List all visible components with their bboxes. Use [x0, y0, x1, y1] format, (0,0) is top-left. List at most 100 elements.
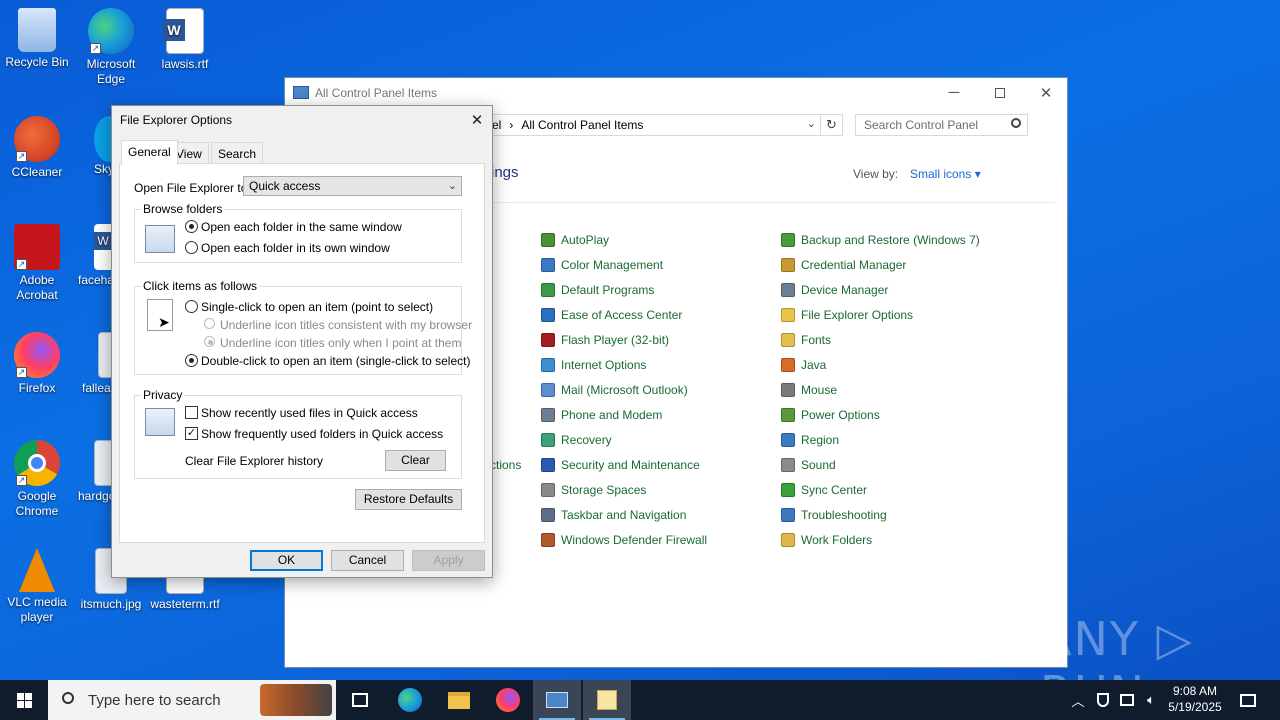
control-panel-item[interactable]: Windows Defender Firewall [541, 531, 707, 549]
browse-same-window-label[interactable]: Open each folder in the same window [201, 220, 402, 234]
desktop-icon-recycle-bin[interactable]: Recycle Bin [0, 8, 74, 70]
control-panel-item[interactable]: Internet Options [541, 356, 646, 374]
search-control-panel-input[interactable]: Search Control Panel [855, 114, 1028, 136]
desktop-icon-firefox[interactable]: ↗ Firefox [0, 332, 74, 396]
recent-files-checkbox[interactable] [185, 406, 198, 419]
control-panel-item-icon [541, 283, 555, 297]
frequent-folders-checkbox[interactable]: ✓ [185, 427, 198, 440]
control-panel-item[interactable]: Sync Center [781, 481, 867, 499]
desktop-icon-adobe-acrobat[interactable]: ↗ Adobe Acrobat [0, 224, 74, 303]
desktop-icon-lawsis[interactable]: W lawsis.rtf [148, 8, 222, 72]
tray-volume[interactable]: 🔈︎ [1140, 680, 1162, 720]
control-panel-item[interactable]: Backup and Restore (Windows 7) [781, 231, 980, 249]
ok-button[interactable]: OK [250, 550, 323, 571]
windows-logo-icon [16, 692, 32, 708]
control-panel-item-icon [541, 258, 555, 272]
maximize-button[interactable] [977, 78, 1023, 107]
dialog-close-button[interactable]: ✕ [462, 106, 492, 134]
control-panel-item[interactable]: Mouse [781, 381, 837, 399]
taskbar-control-panel[interactable] [533, 680, 581, 720]
apply-button[interactable]: Apply [412, 550, 485, 571]
control-panel-item[interactable]: Troubleshooting [781, 506, 887, 524]
browse-own-window-label[interactable]: Open each folder in its own window [201, 241, 390, 255]
browse-same-window-radio[interactable] [185, 220, 198, 233]
control-panel-item-label: Fonts [801, 333, 832, 347]
control-panel-item[interactable]: Sound [781, 456, 836, 474]
control-panel-item[interactable]: File Explorer Options [781, 306, 913, 324]
tray-overflow-button[interactable]: ︿ [1068, 680, 1088, 720]
desktop-icon-google-chrome[interactable]: ↗ Google Chrome [0, 440, 74, 519]
taskbar-search-box[interactable]: Type here to search [48, 680, 336, 720]
address-bar[interactable]: el › All Control Panel Items ⌄ ↻ [483, 114, 843, 136]
image-file-icon [98, 332, 112, 378]
frequent-folders-label[interactable]: Show frequently used folders in Quick ac… [201, 427, 443, 441]
single-click-label[interactable]: Single-click to open an item (point to s… [201, 300, 433, 314]
cancel-button[interactable]: Cancel [331, 550, 404, 571]
desktop-icon-skype[interactable]: Sky [74, 116, 112, 177]
desktop-icon-ccleaner[interactable]: ↗ CCleaner [0, 116, 74, 180]
taskbar-edge[interactable] [386, 680, 434, 720]
control-panel-item[interactable]: Storage Spaces [541, 481, 646, 499]
desktop-icon-label: wasteterm.rtf [150, 597, 220, 611]
breadcrumb-parent[interactable]: el [492, 118, 501, 132]
tray-network-status[interactable] [1092, 680, 1114, 720]
tab-search[interactable]: Search [211, 142, 264, 164]
tray-network[interactable] [1116, 680, 1138, 720]
double-click-radio[interactable] [185, 354, 198, 367]
open-file-explorer-select[interactable]: Quick access ⌄ [243, 176, 462, 196]
control-panel-item[interactable]: Flash Player (32-bit) [541, 331, 669, 349]
start-button[interactable] [0, 680, 48, 720]
double-click-label[interactable]: Double-click to open an item (single-cli… [201, 354, 470, 368]
control-panel-item-icon [781, 358, 795, 372]
control-panel-item[interactable]: Color Management [541, 256, 663, 274]
control-panel-item[interactable]: Credential Manager [781, 256, 906, 274]
underline-point-radio[interactable] [204, 336, 215, 347]
control-panel-item[interactable]: Ease of Access Center [541, 306, 682, 324]
clock-date: 5/19/2025 [1168, 700, 1222, 714]
taskbar-file-explorer-options[interactable] [583, 680, 631, 720]
recent-files-label[interactable]: Show recently used files in Quick access [201, 406, 418, 420]
control-panel-item[interactable]: Fonts [781, 331, 831, 349]
control-panel-item[interactable]: Mail (Microsoft Outlook) [541, 381, 688, 399]
refresh-icon[interactable]: ↻ [820, 115, 842, 135]
clear-history-button[interactable]: Clear [385, 450, 446, 471]
desktop-icon-fallea[interactable]: fallea [74, 332, 112, 396]
control-panel-item[interactable]: Taskbar and Navigation [541, 506, 686, 524]
minimize-button[interactable]: ─ [931, 78, 977, 107]
control-panel-item-partial[interactable]: ctions [490, 458, 521, 472]
underline-browser-radio[interactable] [204, 318, 215, 329]
minimize-icon: ─ [948, 84, 960, 101]
tab-general[interactable]: General [121, 140, 178, 165]
task-view-button[interactable] [336, 680, 384, 720]
control-panel-item[interactable]: AutoPlay [541, 231, 609, 249]
control-panel-item[interactable]: Recovery [541, 431, 612, 449]
file-explorer-options-dialog[interactable]: File Explorer Options ✕ General View Sea… [111, 105, 493, 578]
control-panel-item[interactable]: Device Manager [781, 281, 888, 299]
desktop-icon-vlc[interactable]: VLC media player [0, 548, 74, 625]
word-document-icon: W [94, 224, 112, 270]
browse-own-window-radio[interactable] [185, 241, 198, 254]
control-panel-item[interactable]: Region [781, 431, 839, 449]
control-panel-item[interactable]: Java [781, 356, 826, 374]
restore-defaults-button[interactable]: Restore Defaults [355, 489, 462, 510]
taskbar-firefox[interactable] [484, 680, 532, 720]
control-panel-item[interactable]: Work Folders [781, 531, 872, 549]
privacy-group: Privacy Show recently used files in Quic… [134, 388, 462, 479]
single-click-radio[interactable] [185, 300, 198, 313]
address-dropdown-icon[interactable]: ⌄ [807, 117, 816, 130]
control-panel-item-label: Security and Maintenance [561, 458, 700, 472]
close-button[interactable]: ✕ [1023, 78, 1069, 107]
control-panel-item[interactable]: Power Options [781, 406, 880, 424]
control-panel-item[interactable]: Default Programs [541, 281, 654, 299]
taskbar-clock[interactable]: 9:08 AM 5/19/2025 [1160, 683, 1230, 715]
taskbar-file-explorer[interactable] [435, 680, 483, 720]
breadcrumb-current[interactable]: All Control Panel Items [521, 118, 643, 132]
desktop-icon-edge[interactable]: ↗ Microsoft Edge [74, 8, 148, 87]
control-panel-item[interactable]: Phone and Modem [541, 406, 662, 424]
desktop-icon-hardgo[interactable]: hardgo [74, 440, 112, 504]
notification-center-button[interactable] [1234, 680, 1262, 720]
view-by-dropdown[interactable]: Small icons ▾ [910, 167, 981, 181]
control-panel-item[interactable]: Security and Maintenance [541, 456, 700, 474]
desktop-icon-faceha[interactable]: W faceha [74, 224, 112, 288]
desktop-icon-label: VLC media player [7, 595, 67, 624]
